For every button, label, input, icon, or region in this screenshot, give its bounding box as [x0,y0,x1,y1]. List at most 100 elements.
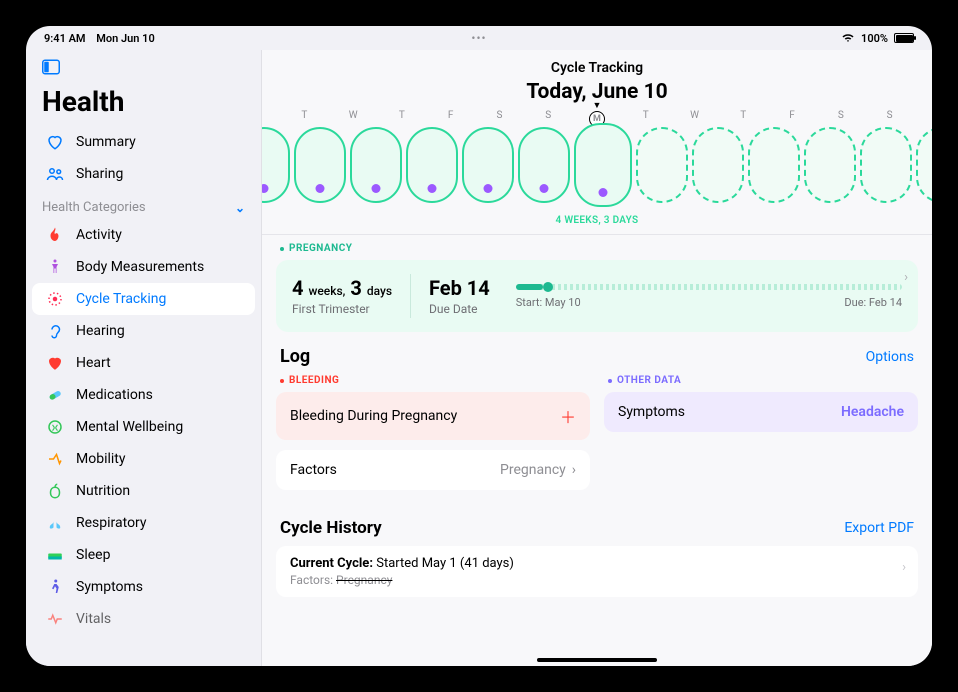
status-time: 9:41 AM [44,32,86,45]
brain-icon [46,418,64,436]
export-pdf-button[interactable]: Export PDF [844,520,914,536]
sidebar-item-respiratory[interactable]: Respiratory [32,507,255,539]
walking-icon [46,578,64,596]
sidebar-item-mental[interactable]: Mental Wellbeing [32,411,255,443]
sidebar-item-label: Summary [76,134,136,150]
mobility-icon [46,450,64,468]
body-icon [46,258,64,276]
data-dot-icon [262,184,269,193]
due-date-value: Feb 14 [429,276,490,300]
day-letter: F [768,110,817,121]
wifi-icon [841,33,855,43]
day-letters-row: T W T F S S ▼ M T W T F [262,110,932,121]
day-letter: T [621,110,670,121]
sidebar-item-label: Body Measurements [76,259,204,275]
day-letter: W [329,110,378,121]
cycle-day[interactable] [462,127,514,203]
factors-label: Factors [290,462,337,478]
trimester-label: First Trimester [292,302,392,316]
sidebar-item-cycle[interactable]: Cycle Tracking [32,283,255,315]
day-letter: S [865,110,914,121]
sidebar-toggle-icon[interactable] [26,56,261,83]
day-letter: T [719,110,768,121]
chevron-right-icon: › [572,462,576,478]
sidebar-item-nutrition[interactable]: Nutrition [32,475,255,507]
history-heading: Cycle History [280,518,382,538]
label-text: BLEEDING [289,375,339,386]
sidebar-item-symptoms[interactable]: Symptoms [32,571,255,603]
day-letter: S [524,110,573,121]
gestation-seg: 4 weeks, 3 days First Trimester [292,276,410,316]
sidebar-item-activity[interactable]: Activity [32,219,255,251]
sidebar-item-label: Sharing [76,166,123,182]
bleeding-item-label: Bleeding During Pregnancy [290,408,457,424]
log-col-left: BLEEDING Bleeding During Pregnancy ＋ Fac… [276,373,590,500]
day-letter: T [280,110,329,121]
sidebar-item-sharing[interactable]: Sharing [32,158,255,190]
status-left: 9:41 AM Mon Jun 10 [44,32,163,45]
cycle-day[interactable] [518,127,570,203]
cycle-day-future[interactable] [636,127,688,203]
main-scroll[interactable]: PREGNANCY 4 weeks, 3 days First Trimeste… [262,235,932,597]
chevron-right-icon: › [902,560,906,575]
main-content: Cycle Tracking Today, June 10 T W T F S … [262,50,932,666]
cycle-day-future[interactable] [860,127,912,203]
cycle-day[interactable] [350,127,402,203]
day-letter: S [475,110,524,121]
health-categories-header[interactable]: Health Categories ⌄ [26,190,261,219]
sidebar-item-body[interactable]: Body Measurements [32,251,255,283]
pill-icon [46,386,64,404]
log-header: Log Options [276,346,918,373]
day-letter: ▼ M [573,110,622,121]
symptoms-value: Headache [841,404,904,420]
sidebar-item-sleep[interactable]: Sleep [32,539,255,571]
progress-labels: Start: May 10 Due: Feb 14 [516,296,902,309]
sidebar-item-label: Hearing [76,323,125,339]
day-letter: W [670,110,719,121]
chevron-down-icon: ⌄ [235,201,245,215]
cycle-day-future[interactable] [916,127,932,203]
cycle-day-future[interactable] [748,127,800,203]
sidebar-item-heart[interactable]: Heart [32,347,255,379]
progress-seg: Start: May 10 Due: Feb 14 [508,284,902,309]
status-right: 100% [841,32,914,45]
section-title: Health Categories [42,200,146,215]
history-card[interactable]: Current Cycle: Started May 1 (41 days) F… [276,546,918,597]
ear-icon [46,322,64,340]
bullet-icon [608,379,612,383]
sidebar-item-medications[interactable]: Medications [32,379,255,411]
data-dot-icon [484,184,493,193]
cycle-day-today[interactable] [574,123,632,207]
gestation-value: 4 weeks, 3 days [292,276,392,300]
bed-icon [46,546,64,564]
cycle-day[interactable] [294,127,346,203]
day-letter: T [378,110,427,121]
bleeding-card[interactable]: Bleeding During Pregnancy ＋ [276,392,590,440]
bullet-icon [280,379,284,383]
cycle-day[interactable] [262,127,290,203]
cycle-day-future[interactable] [692,127,744,203]
cycle-day-future[interactable] [804,127,856,203]
sidebar-item-label: Vitals [76,611,111,627]
sidebar-item-label: Activity [76,227,122,243]
sidebar-item-hearing[interactable]: Hearing [32,315,255,347]
history-factors-line: Factors: Pregnancy [290,573,904,587]
home-indicator[interactable] [537,658,657,662]
multitask-dots[interactable]: ••• [471,31,486,45]
cycle-day[interactable] [406,127,458,203]
symptoms-card[interactable]: Symptoms Headache [604,392,918,432]
cycle-ovals[interactable] [262,121,932,211]
factors-value: Pregnancy › [500,462,576,478]
cycle-icon [46,290,64,308]
options-button[interactable]: Options [866,349,914,365]
sidebar-item-vitals[interactable]: Vitals [32,603,255,635]
pregnancy-progress-bar [516,284,902,290]
symptoms-label: Symptoms [618,404,685,420]
sidebar-item-summary[interactable]: Summary [32,126,255,158]
sidebar-item-mobility[interactable]: Mobility [32,443,255,475]
screen: ••• 9:41 AM Mon Jun 10 100% Health [26,26,932,666]
current-cycle-line: Current Cycle: Started May 1 (41 days) [290,556,904,571]
factors-card[interactable]: Factors Pregnancy › [276,450,590,490]
pregnancy-card[interactable]: 4 weeks, 3 days First Trimester Feb 14 D… [276,260,918,332]
progress-knob [543,282,553,292]
